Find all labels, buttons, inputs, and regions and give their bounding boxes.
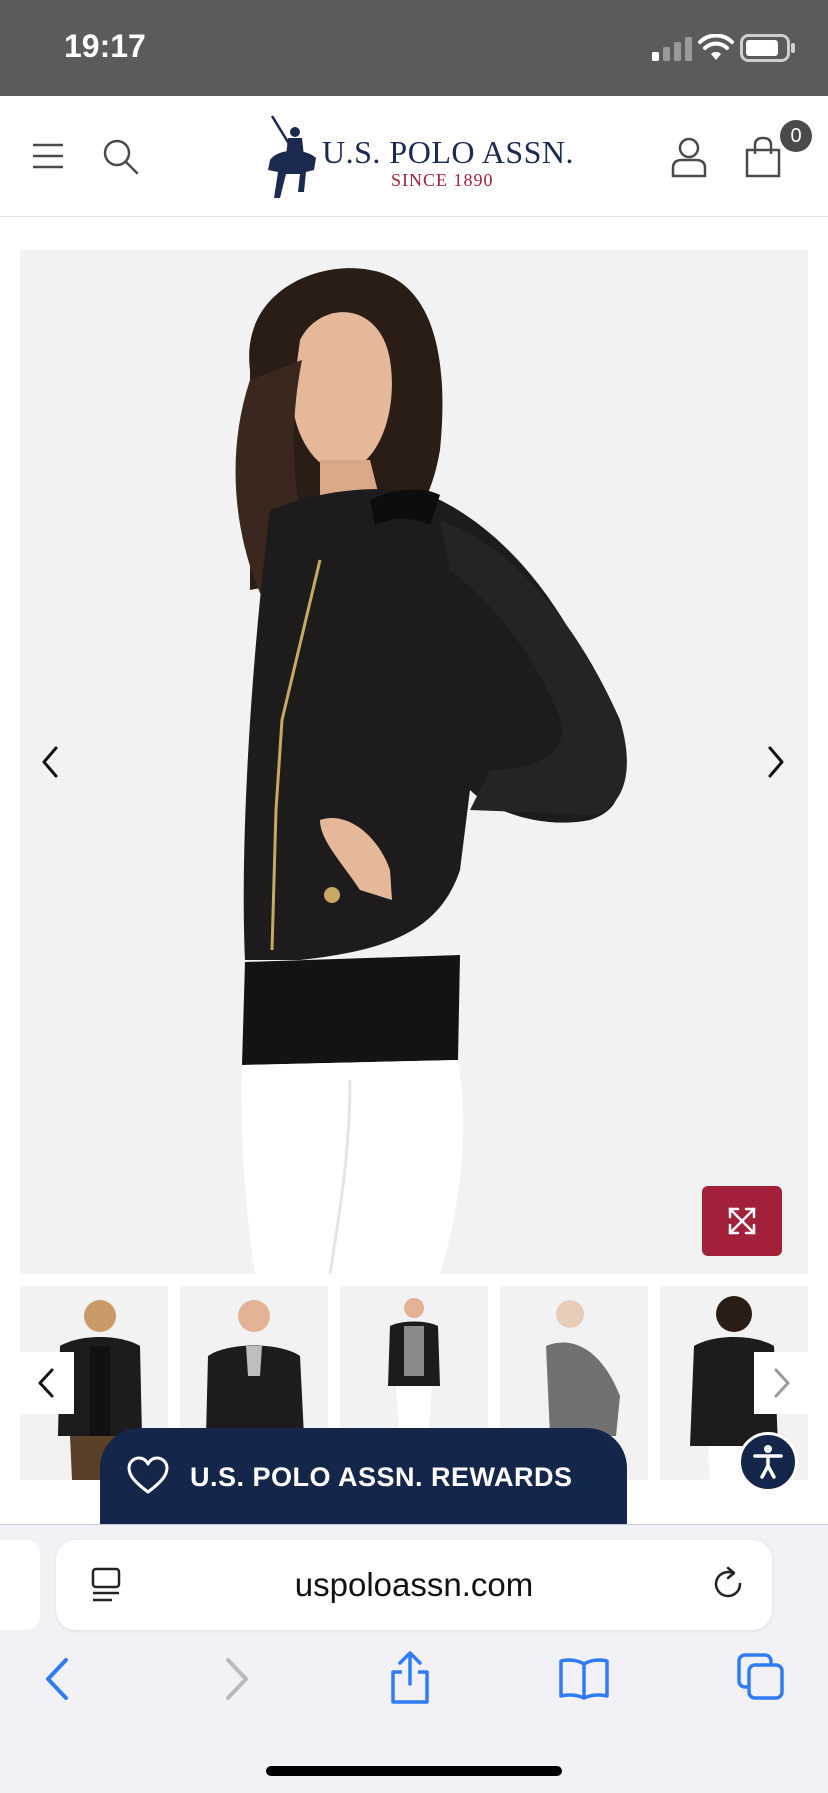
home-indicator — [266, 1766, 562, 1776]
heart-icon — [127, 1456, 169, 1494]
polo-player-logo-icon[interactable] — [264, 112, 320, 202]
cart-count-badge[interactable]: 0 — [780, 120, 812, 152]
reload-icon[interactable] — [710, 1566, 746, 1602]
url-text[interactable]: uspoloassn.com — [0, 1566, 828, 1604]
wifi-icon — [698, 34, 734, 60]
forward-icon[interactable] — [222, 1656, 252, 1702]
accessibility-button[interactable] — [738, 1432, 798, 1492]
brand-logo-text[interactable]: U.S. POLO ASSN. — [322, 134, 574, 171]
gallery-prev-icon[interactable] — [38, 744, 62, 780]
brand-logo-tagline: SINCE 1890 — [391, 170, 494, 190]
product-photo-jacket — [235, 268, 627, 1274]
back-icon[interactable] — [42, 1656, 72, 1702]
tabs-icon[interactable] — [736, 1652, 786, 1702]
bookmarks-icon[interactable] — [558, 1656, 610, 1700]
chevron-right-icon — [774, 1368, 790, 1398]
thumbnail-prev-button[interactable] — [20, 1352, 74, 1414]
signal-icon — [652, 37, 692, 61]
share-icon[interactable] — [388, 1650, 432, 1706]
rewards-label: U.S. POLO ASSN. REWARDS — [190, 1462, 573, 1492]
expand-image-button[interactable] — [702, 1186, 782, 1256]
accessibility-icon — [753, 1445, 783, 1479]
battery-icon — [740, 34, 795, 62]
hamburger-menu-icon[interactable] — [32, 142, 64, 170]
gallery-next-icon[interactable] — [764, 744, 788, 780]
status-time: 19:17 — [64, 28, 146, 64]
search-icon[interactable] — [102, 138, 140, 176]
chevron-left-icon — [38, 1368, 54, 1398]
product-main-image[interactable] — [20, 250, 808, 1274]
thumbnail-next-button[interactable] — [754, 1352, 808, 1414]
shopping-bag-icon[interactable] — [744, 136, 782, 178]
user-icon[interactable] — [670, 136, 708, 178]
expand-icon — [728, 1207, 756, 1235]
